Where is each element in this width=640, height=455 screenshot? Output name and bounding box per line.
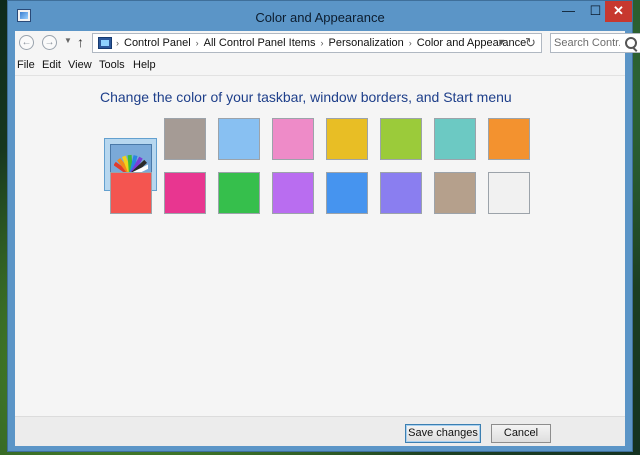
- menu-edit[interactable]: Edit: [42, 59, 61, 71]
- row2-color-swatch-3[interactable]: [218, 172, 260, 214]
- control-panel-icon: [98, 37, 112, 49]
- row1-color-swatch-2[interactable]: [164, 118, 206, 160]
- row2-color-swatch-1[interactable]: [110, 172, 152, 214]
- breadcrumb-separator[interactable]: ›: [321, 38, 324, 48]
- row2-color-swatch-2[interactable]: [164, 172, 206, 214]
- row1-color-swatch-8[interactable]: [488, 118, 530, 160]
- row1-color-swatch-3[interactable]: [218, 118, 260, 160]
- window: Color and Appearance — ☐ ✕ ← → ▼ ↑ › Cont…: [7, 0, 640, 452]
- forward-button[interactable]: →: [42, 35, 57, 50]
- breadcrumb-separator[interactable]: ›: [196, 38, 199, 48]
- up-button[interactable]: ↑: [77, 34, 84, 50]
- menu-bar: File Edit View Tools Help: [15, 56, 625, 76]
- breadcrumb: › Control Panel › All Control Panel Items › P…: [116, 37, 526, 49]
- page-title: Change the color of your taskbar, window…: [100, 89, 512, 105]
- footer-bar: Save changes Cancel: [15, 416, 625, 446]
- menu-tools[interactable]: Tools: [99, 59, 125, 71]
- breadcrumb-control-panel[interactable]: Control Panel: [124, 37, 191, 49]
- close-button[interactable]: ✕: [605, 1, 632, 22]
- refresh-button[interactable]: ↻: [525, 35, 536, 51]
- breadcrumb-personalization[interactable]: Personalization: [329, 37, 404, 49]
- breadcrumb-separator[interactable]: ›: [409, 38, 412, 48]
- titlebar[interactable]: Color and Appearance — ☐ ✕: [8, 1, 632, 31]
- back-button[interactable]: ←: [19, 35, 34, 50]
- menu-help[interactable]: Help: [133, 59, 156, 71]
- row1-color-swatch-5[interactable]: [326, 118, 368, 160]
- row1-color-swatch-7[interactable]: [434, 118, 476, 160]
- minimize-button[interactable]: —: [555, 1, 582, 22]
- row2-color-swatch-8[interactable]: [488, 172, 530, 214]
- cancel-button[interactable]: Cancel: [491, 424, 551, 443]
- row1-color-swatch-6[interactable]: [380, 118, 422, 160]
- row2-color-swatch-6[interactable]: [380, 172, 422, 214]
- recent-locations-dropdown[interactable]: ▼: [64, 36, 72, 45]
- window-content: ← → ▼ ↑ › Control Panel › All Control Panel…: [15, 31, 640, 446]
- menu-file[interactable]: File: [17, 59, 35, 71]
- address-dropdown-button[interactable]: ▼: [497, 37, 506, 47]
- search-icon[interactable]: [625, 37, 637, 49]
- navigation-bar: ← → ▼ ↑ › Control Panel › All Control Panel…: [15, 31, 640, 56]
- row2-color-swatch-7[interactable]: [434, 172, 476, 214]
- search-input[interactable]: [554, 35, 620, 51]
- arrow-left-icon: ←: [21, 37, 32, 48]
- window-title: Color and Appearance: [255, 10, 385, 25]
- breadcrumb-all-items[interactable]: All Control Panel Items: [204, 37, 316, 49]
- menu-view[interactable]: View: [68, 59, 92, 71]
- arrow-right-icon: →: [44, 37, 55, 48]
- save-changes-button[interactable]: Save changes: [405, 424, 481, 443]
- main-panel: Change the color of your taskbar, window…: [15, 76, 625, 416]
- breadcrumb-separator[interactable]: ›: [116, 38, 119, 48]
- breadcrumb-color-appearance[interactable]: Color and Appearance: [417, 37, 526, 49]
- row1-color-swatch-4[interactable]: [272, 118, 314, 160]
- search-box[interactable]: [550, 33, 640, 53]
- row2-color-swatch-4[interactable]: [272, 172, 314, 214]
- address-bar[interactable]: › Control Panel › All Control Panel Items › P…: [92, 33, 542, 53]
- row2-color-swatch-5[interactable]: [326, 172, 368, 214]
